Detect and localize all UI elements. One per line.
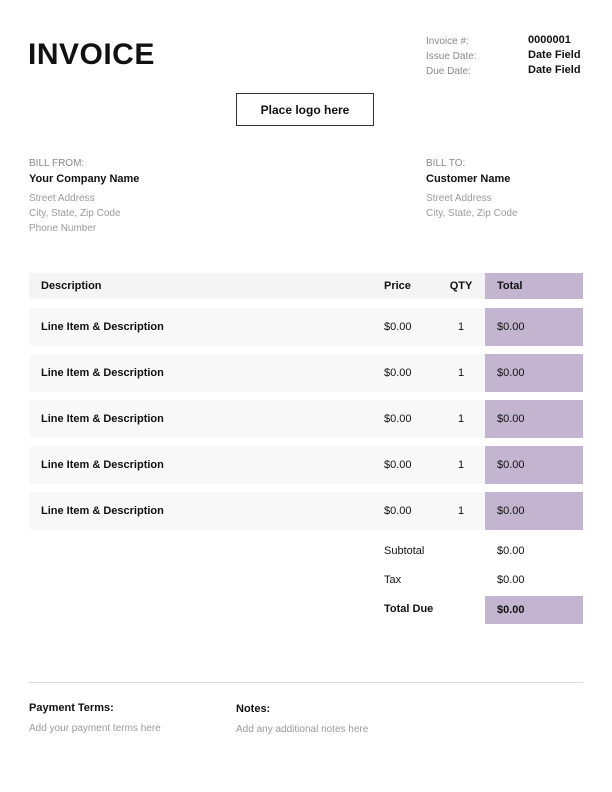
bill-from-name[interactable]: Your Company Name (29, 173, 139, 185)
row-total: $0.00 (485, 354, 583, 392)
footer-divider (29, 682, 583, 683)
line-items-table: Description Price QTY Total Line Item & … (29, 273, 583, 530)
invoice-title: INVOICE (28, 38, 155, 71)
row-total: $0.00 (485, 308, 583, 346)
issue-date-label: Issue Date: (426, 51, 477, 62)
row-qty[interactable]: 1 (449, 308, 473, 346)
table-row: Line Item & Description $0.00 1 $0.00 (29, 400, 583, 438)
row-total: $0.00 (485, 446, 583, 484)
issue-date-value[interactable]: Date Field (528, 49, 581, 61)
logo-placeholder[interactable]: Place logo here (236, 93, 374, 126)
payment-terms-heading: Payment Terms: (29, 702, 114, 714)
due-date-label: Due Date: (426, 66, 472, 77)
bill-from-heading: BILL FROM: (29, 158, 85, 169)
bill-to-street[interactable]: Street Address (426, 193, 492, 204)
row-description[interactable]: Line Item & Description (41, 354, 164, 392)
row-price[interactable]: $0.00 (384, 308, 412, 346)
row-qty[interactable]: 1 (449, 492, 473, 530)
header-total: Total (485, 273, 583, 299)
invoice-number-value[interactable]: 0000001 (528, 34, 571, 46)
invoice-number-label: Invoice #: (426, 36, 469, 47)
header-description: Description (41, 280, 102, 292)
row-qty[interactable]: 1 (449, 400, 473, 438)
subtotal-value: $0.00 (497, 545, 525, 557)
table-header-row: Description Price QTY Total (29, 273, 583, 299)
total-due-label: Total Due (384, 603, 434, 615)
row-price[interactable]: $0.00 (384, 492, 412, 530)
row-price[interactable]: $0.00 (384, 400, 412, 438)
table-row: Line Item & Description $0.00 1 $0.00 (29, 308, 583, 346)
row-qty[interactable]: 1 (449, 354, 473, 392)
table-row: Line Item & Description $0.00 1 $0.00 (29, 446, 583, 484)
tax-value[interactable]: $0.00 (497, 574, 525, 586)
logo-placeholder-label: Place logo here (260, 102, 350, 117)
bill-from-phone[interactable]: Phone Number (29, 223, 96, 234)
header-qty: QTY (449, 280, 473, 292)
row-total: $0.00 (485, 400, 583, 438)
notes-text[interactable]: Add any additional notes here (236, 724, 368, 735)
row-description[interactable]: Line Item & Description (41, 492, 164, 530)
row-qty[interactable]: 1 (449, 446, 473, 484)
header-price: Price (384, 280, 411, 292)
row-price[interactable]: $0.00 (384, 446, 412, 484)
bill-from-street[interactable]: Street Address (29, 193, 95, 204)
subtotal-label: Subtotal (384, 545, 425, 557)
row-price[interactable]: $0.00 (384, 354, 412, 392)
row-description[interactable]: Line Item & Description (41, 446, 164, 484)
due-date-value[interactable]: Date Field (528, 64, 581, 76)
table-row: Line Item & Description $0.00 1 $0.00 (29, 354, 583, 392)
total-due-value: $0.00 (485, 596, 583, 624)
row-total: $0.00 (485, 492, 583, 530)
bill-to-city[interactable]: City, State, Zip Code (426, 208, 518, 219)
bill-from-city[interactable]: City, State, Zip Code (29, 208, 121, 219)
bill-to-name[interactable]: Customer Name (426, 173, 510, 185)
table-row: Line Item & Description $0.00 1 $0.00 (29, 492, 583, 530)
payment-terms-text[interactable]: Add your payment terms here (29, 723, 161, 734)
tax-label: Tax (384, 574, 402, 586)
row-description[interactable]: Line Item & Description (41, 400, 164, 438)
row-description[interactable]: Line Item & Description (41, 308, 164, 346)
notes-heading: Notes: (236, 703, 271, 715)
bill-to-heading: BILL TO: (426, 158, 466, 169)
